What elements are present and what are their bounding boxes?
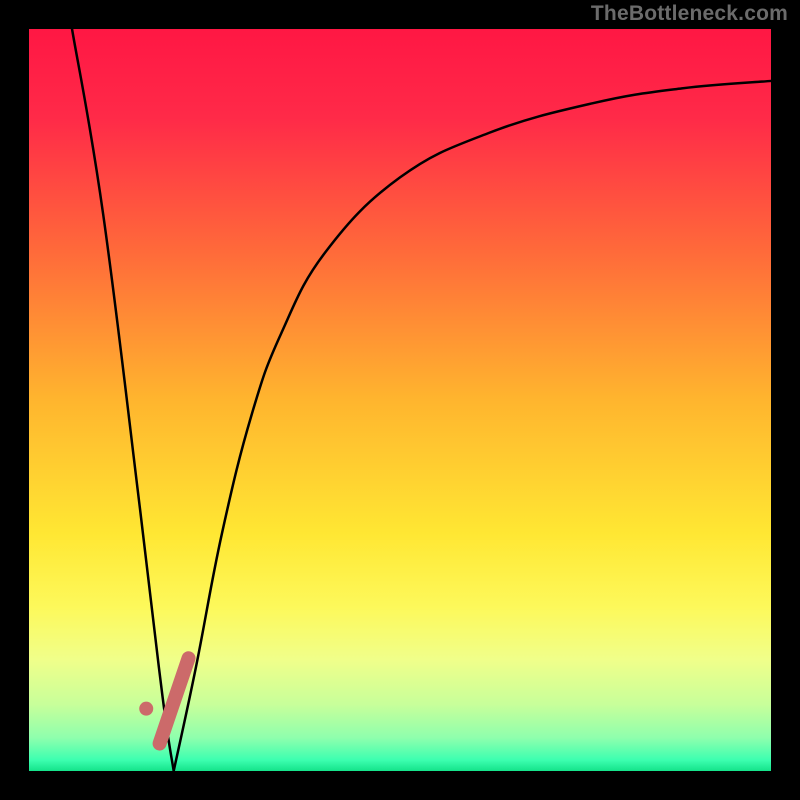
plot-background (29, 29, 771, 771)
marker-dot (139, 702, 153, 716)
bottleneck-chart (0, 0, 800, 800)
